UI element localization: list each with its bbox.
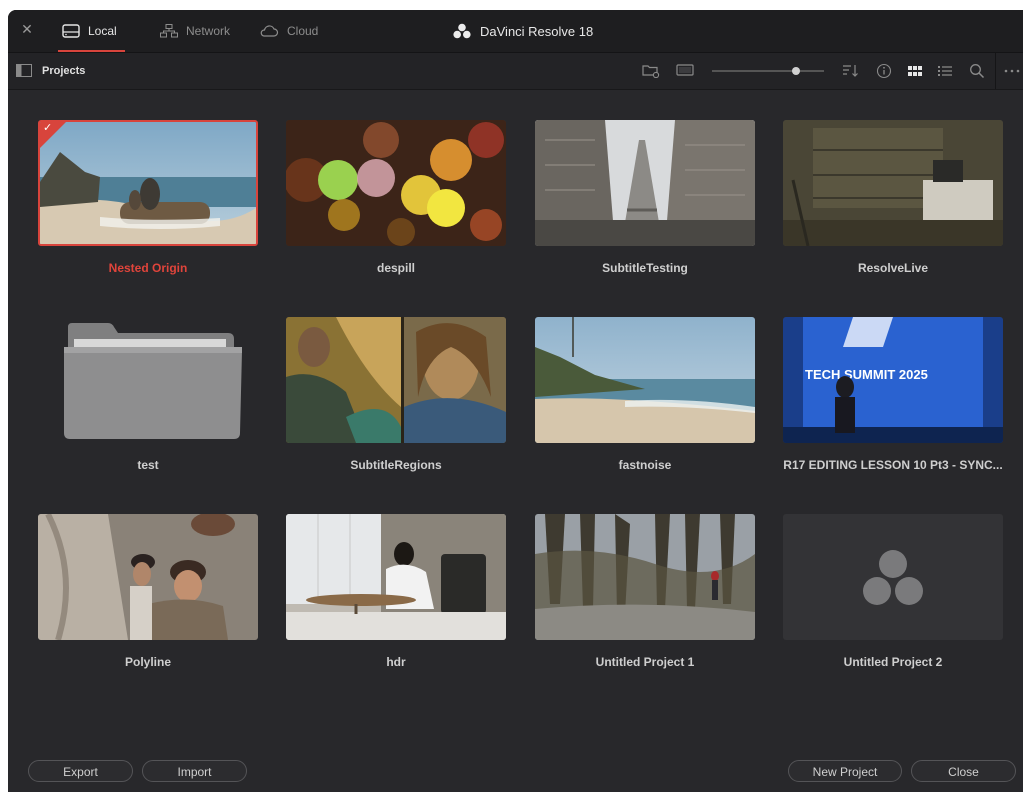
- project-thumbnail: [286, 317, 506, 443]
- project-tile-r17-editing-lesson[interactable]: TECH SUMMIT 2025 R17 EDITING LESSON 10 P…: [780, 287, 1004, 472]
- project-manager-window: ✕ Local Network Cloud DaVinci Resolve 18…: [8, 10, 1023, 792]
- project-thumbnail: [783, 514, 1003, 640]
- project-name: Untitled Project 2: [843, 655, 943, 669]
- project-name: test: [137, 458, 159, 472]
- project-name: Untitled Project 1: [595, 655, 695, 669]
- sidebar-toggle-icon[interactable]: [16, 64, 32, 77]
- tab-cloud-label: Cloud: [287, 24, 319, 38]
- project-tile-nested-origin[interactable]: ✓ Nested Origin: [35, 90, 259, 275]
- project-thumbnail: [38, 317, 258, 443]
- footer-bar: Export Import New Project Close: [8, 750, 1023, 792]
- grid-view-icon[interactable]: [907, 63, 923, 79]
- davinci-resolve-logo-icon: [453, 23, 471, 39]
- project-thumbnail: [38, 514, 258, 640]
- thumbnail-overlay-text: TECH SUMMIT 2025: [805, 367, 928, 382]
- project-thumbnail: TECH SUMMIT 2025: [783, 317, 1003, 443]
- thumbnail-size-slider[interactable]: [712, 67, 824, 75]
- project-name: despill: [376, 261, 415, 275]
- project-thumbnail: ✓: [38, 120, 258, 246]
- project-tile-subtitleregions[interactable]: SubtitleRegions: [283, 287, 507, 472]
- new-folder-icon[interactable]: [642, 63, 660, 78]
- projects-title: Projects: [42, 65, 86, 77]
- screen-icon[interactable]: [676, 63, 694, 78]
- tab-cloud[interactable]: Cloud: [259, 10, 318, 52]
- project-thumbnail: [286, 514, 506, 640]
- project-tile-polyline[interactable]: Polyline: [35, 484, 259, 669]
- project-tile-fastnoise[interactable]: fastnoise: [532, 287, 756, 472]
- network-icon: [160, 24, 178, 38]
- project-tile-despill[interactable]: despill: [283, 90, 507, 275]
- cloud-icon: [260, 25, 279, 37]
- project-thumbnail: [535, 120, 755, 246]
- export-button[interactable]: Export: [28, 760, 133, 782]
- project-thumbnail: [286, 120, 506, 246]
- close-icon[interactable]: ✕: [20, 22, 34, 36]
- title-bar: ✕ Local Network Cloud DaVinci Resolve 18: [8, 10, 1023, 53]
- active-tab-indicator: [58, 50, 125, 52]
- project-name: fastnoise: [618, 458, 672, 472]
- project-tile-untitled-project-2[interactable]: Untitled Project 2: [780, 484, 1004, 669]
- project-thumbnail: [535, 317, 755, 443]
- project-name: R17 EDITING LESSON 10 Pt3 - SYNC...: [783, 458, 1003, 472]
- project-tile-resolvelive[interactable]: ResolveLive: [780, 90, 1004, 275]
- project-tile-subtitletesting[interactable]: SubtitleTesting: [532, 90, 756, 275]
- new-project-button[interactable]: New Project: [788, 760, 902, 782]
- more-icon[interactable]: [1003, 63, 1021, 79]
- import-button[interactable]: Import: [142, 760, 247, 782]
- info-icon[interactable]: [876, 63, 892, 79]
- app-title-text: DaVinci Resolve 18: [480, 23, 594, 39]
- list-view-icon[interactable]: [937, 63, 953, 79]
- project-grid: ✓ Nested Origin despill SubtitleTesting …: [8, 90, 1023, 740]
- hard-drive-icon: [62, 24, 80, 38]
- tab-local-label: Local: [88, 24, 117, 38]
- project-tile-untitled-project-1[interactable]: Untitled Project 1: [532, 484, 756, 669]
- projects-toolbar: Projects: [8, 53, 1023, 90]
- project-name: SubtitleRegions: [350, 458, 442, 472]
- davinci-resolve-placeholder-icon: [863, 550, 923, 605]
- project-name: Nested Origin: [108, 261, 188, 275]
- project-thumbnail: [535, 514, 755, 640]
- project-thumbnail: [783, 120, 1003, 246]
- tab-network[interactable]: Network: [160, 10, 230, 52]
- checkmark-icon: ✓: [43, 122, 53, 134]
- project-tile-test[interactable]: test: [35, 287, 259, 472]
- tab-network-label: Network: [186, 24, 231, 38]
- toolbar-divider: [995, 53, 996, 89]
- search-icon[interactable]: [969, 63, 985, 79]
- tab-local[interactable]: Local: [58, 10, 125, 52]
- folder-icon: [64, 323, 242, 439]
- project-name: ResolveLive: [857, 261, 929, 275]
- app-title: DaVinci Resolve 18: [453, 10, 593, 52]
- project-name: hdr: [386, 655, 406, 669]
- project-name: Polyline: [124, 655, 171, 669]
- close-button[interactable]: Close: [911, 760, 1016, 782]
- sort-icon[interactable]: [842, 63, 860, 78]
- project-tile-hdr[interactable]: hdr: [283, 484, 507, 669]
- project-name: SubtitleTesting: [602, 261, 688, 275]
- slider-knob[interactable]: [792, 67, 800, 75]
